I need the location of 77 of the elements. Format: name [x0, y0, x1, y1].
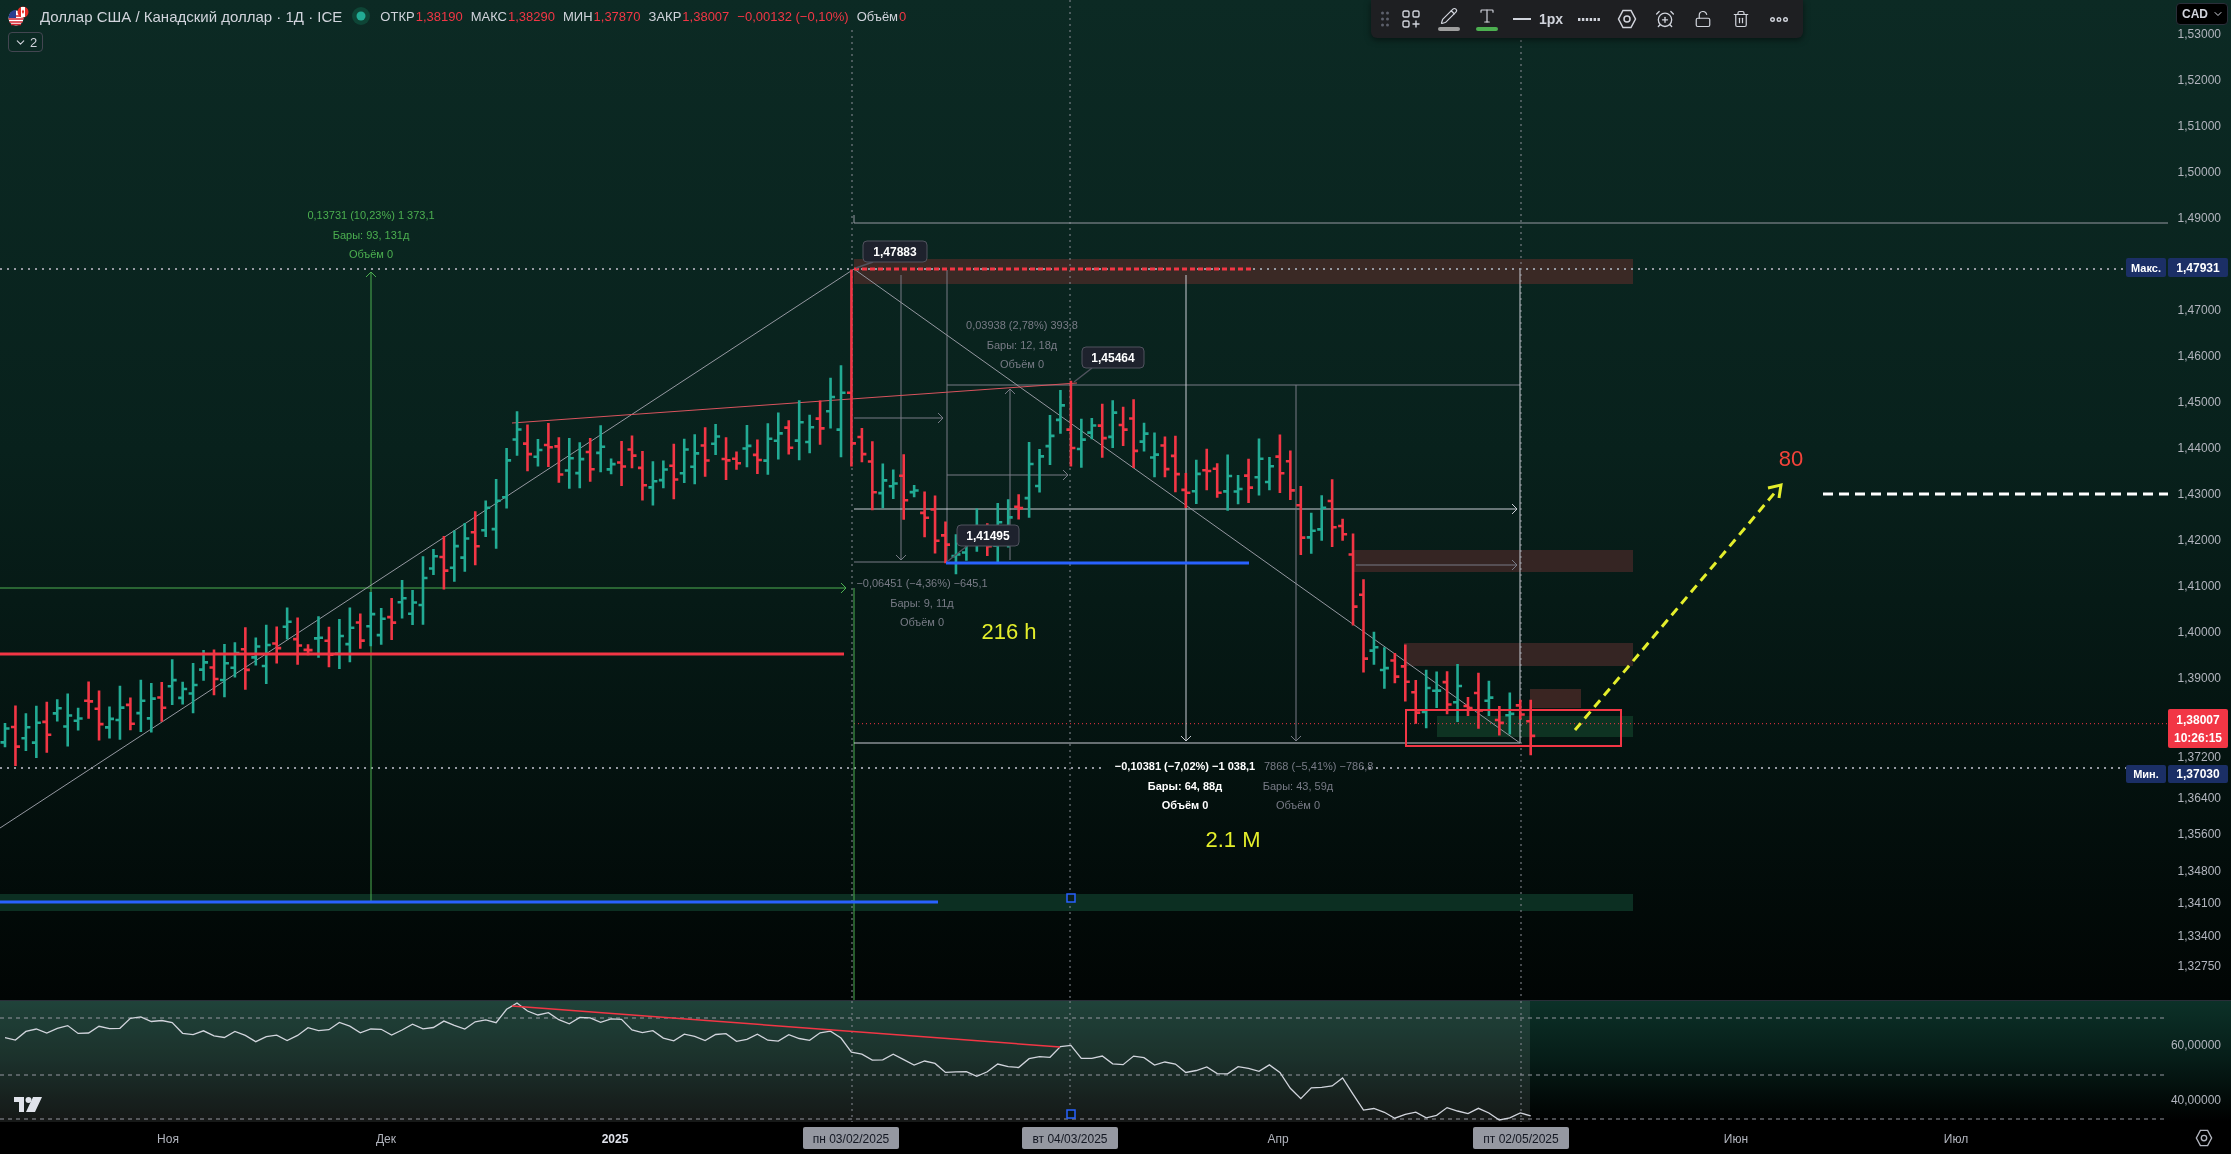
date-cursor-label: пт 02/05/2025	[1473, 1127, 1569, 1149]
price-axis-label: 1,42000	[2177, 533, 2221, 547]
ohlc-value: 1,38007	[682, 8, 730, 24]
price-axis-label: 1,43000	[2177, 487, 2221, 501]
more-icon	[1770, 16, 1789, 22]
settings-icon	[1617, 9, 1638, 29]
ohlc-label: МАКС	[470, 8, 507, 24]
measure-label: 7868 (−5,41%) −786,8 Бары: 43, 59д Объём 0	[1262, 760, 1374, 811]
price-axis-label: 1,34100	[2177, 896, 2221, 910]
line-width-button[interactable]: 1px	[1509, 4, 1568, 34]
padlock-icon	[1694, 10, 1713, 28]
price-axis-label: 1,47000	[2177, 303, 2221, 317]
ohlc-label: ЗАКР	[648, 8, 682, 24]
price-callout: 1,41495	[947, 524, 1020, 562]
volume-label: Объём	[856, 8, 899, 24]
price-axis-label: 1,36400	[2177, 791, 2221, 805]
measure-label: 0,13731 (10,23%) 1 373,1 Бары: 93, 131д Объём 0	[307, 209, 435, 260]
alarm-clock-plus-icon	[1655, 9, 1676, 29]
ohlc-value: 1,38290	[508, 8, 555, 24]
currency-button[interactable]: CAD	[2176, 3, 2228, 25]
indicator-axis-label: 60,00000	[2170, 1038, 2221, 1052]
ohlc-value: 1,37870	[593, 8, 641, 24]
indicator-axis-label: 40,00000	[2170, 1093, 2221, 1107]
price-axis-label: 1,46000	[2177, 349, 2221, 363]
min-marker-label: Мин.	[2126, 765, 2166, 783]
max-marker-label: Макс.	[2126, 258, 2166, 277]
anchor-handle[interactable]	[1066, 893, 1076, 903]
indicators-toggle-button[interactable]: 2	[8, 32, 44, 52]
price-axis-label: 1,53000	[2177, 27, 2221, 41]
time-axis-label: Дек	[375, 1131, 397, 1146]
price-axis-label: 1,40000	[2177, 625, 2221, 639]
last-price-badge: 1,38007 10:26:15	[2168, 709, 2228, 748]
price-axis-label: 1,35600	[2177, 827, 2221, 841]
trash-icon	[1732, 10, 1751, 28]
ohlc-value: 1,38190	[415, 8, 463, 24]
price-axis-label: 1,51000	[2177, 119, 2221, 133]
price-callout: 1,45464	[1073, 346, 1145, 383]
pencil-icon	[1440, 7, 1458, 25]
max-price-badge: 1,47931	[2168, 258, 2228, 277]
time-axis-label: Июн	[1723, 1131, 1749, 1146]
text-icon	[1478, 7, 1496, 25]
dotted-line-icon	[1578, 17, 1601, 21]
volume-value: 0	[899, 8, 907, 24]
annotation-text: 2.1 M	[1205, 826, 1261, 852]
price-callout: 1,47883	[855, 240, 928, 269]
price-axis-label: 1,41000	[2177, 579, 2221, 593]
symbol-title[interactable]: Доллар США / Канадский доллар · 1Д · ICE	[40, 7, 343, 25]
price-change: −0,00132 (−0,10%)	[737, 8, 849, 24]
annotation-text: 80	[1778, 445, 1804, 471]
min-price-badge: 1,37030	[2168, 765, 2228, 783]
ohlc-label: МИН	[563, 8, 593, 24]
shaded-zone	[1530, 689, 1581, 708]
time-axis-label: 2025	[601, 1131, 629, 1146]
date-cursor-label: вт 04/03/2025	[1022, 1127, 1118, 1149]
price-axis-label: 1,37200	[2177, 750, 2221, 764]
flag-icon	[8, 6, 30, 26]
price-axis-label: 1,52000	[2177, 73, 2221, 87]
drag-handle-icon[interactable]	[1381, 11, 1389, 27]
date-cursor-label: пн 03/02/2025	[803, 1127, 899, 1149]
price-axis-label: 1,33400	[2177, 929, 2221, 943]
ohlc-label: ОТКР	[380, 8, 415, 24]
time-axis-label: Июл	[1943, 1131, 1969, 1146]
grid-plus-icon	[1402, 10, 1420, 28]
price-axis-label: 1,39000	[2177, 671, 2221, 685]
time-axis-label: Апр	[1267, 1131, 1289, 1146]
price-axis-label: 1,45000	[2177, 395, 2221, 409]
price-axis-label: 1,34800	[2177, 864, 2221, 878]
logo-icon	[14, 1097, 42, 1112]
time-axis-label: Ноя	[157, 1131, 179, 1146]
price-axis-label: 1,50000	[2177, 165, 2221, 179]
line-icon	[1513, 18, 1531, 20]
price-axis-label: 1,44000	[2177, 441, 2221, 455]
measure-label: −0,10381 (−7,02%) −1 038,1 Бары: 64, 88д Объём 0	[1114, 760, 1256, 811]
price-axis-label: 1,32750	[2177, 959, 2221, 973]
settings-icon[interactable]	[2196, 1130, 2212, 1146]
anchor-handle[interactable]	[1066, 1109, 1076, 1119]
price-axis-label: 1,49000	[2177, 211, 2221, 225]
